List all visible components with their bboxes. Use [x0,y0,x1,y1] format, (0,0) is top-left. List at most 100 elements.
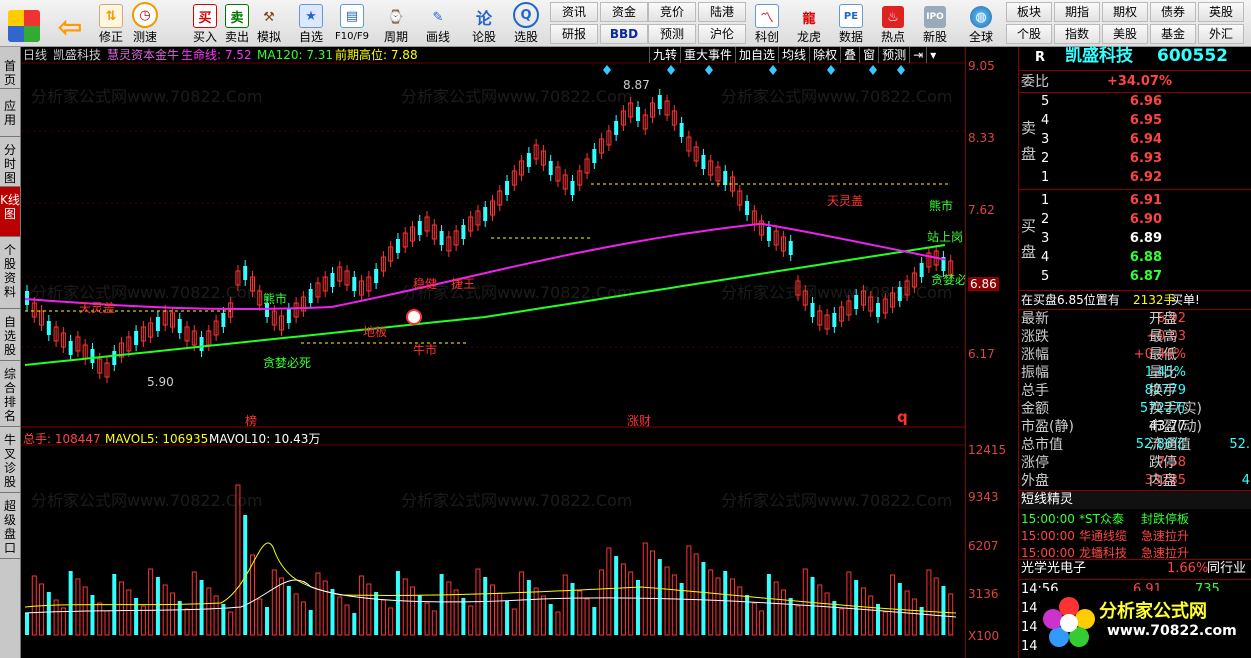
sell-order-row[interactable]: 4 6.95 [1019,112,1251,130]
toolbar-mid-button-3[interactable]: ♨ 热点 [874,2,912,44]
toolbar-grid-button[interactable]: 资讯 [550,2,598,22]
industry-row[interactable]: 光学光电子 1.66% 同行业 [1019,560,1251,578]
buy-order-row[interactable]: 1 6.91 [1019,192,1251,210]
volume-total: 总手: 108447 [23,432,101,446]
toolbar-grid-button[interactable]: 资金 [600,2,648,22]
toolbar-mid-button-5[interactable]: ◍ 全球 [960,2,1002,44]
chart-tool-button[interactable]: 窗 [859,47,878,63]
industry-peers-button[interactable]: 同行业 [1207,560,1246,578]
toolbar-button-9[interactable]: 论 论股 [466,2,502,44]
buy-order-row[interactable]: 5 6.87 [1019,268,1251,286]
toolbar-button-4[interactable]: ⚒ 模拟 [254,2,284,45]
toolbar-button-1[interactable]: ◷ 测速 [128,2,162,44]
sell-icon: 卖 [225,4,249,28]
pin-icon[interactable]: ⇥ [909,47,926,63]
volume-mavol10: MAVOL10: 10.43万 [209,432,321,446]
menu-grid-button[interactable] [6,2,42,44]
toolbar-grid-button[interactable]: 沪伦 [698,24,746,44]
short-term-alert-row[interactable]: 15:00:00 华通线缆 急速拉升 [1019,527,1251,545]
market-button[interactable]: 外汇 [1198,24,1244,44]
chart-tool-button[interactable]: 叠 [840,47,859,63]
notice-tag: 买单! [1171,293,1200,307]
stat-label: 总手 [1021,383,1049,399]
kline-chart-area[interactable]: 分析家公式网www.70822.Com 分析家公式网www.70822.Com … [21,47,967,658]
tab-ranking[interactable]: 综合排名 [0,361,20,427]
chart-period: 日线 [23,48,48,62]
chart-tool-button[interactable]: 九转 [649,47,680,63]
market-button[interactable]: 债券 [1150,2,1196,22]
stat-label: 涨幅 [1021,347,1049,363]
toolbar-grid-1: 资讯 资金 研报 BBD [550,2,648,44]
chart-tool-button[interactable]: 预测 [878,47,909,63]
tab-diagnosis[interactable]: 牛叉诊股 [0,427,20,493]
toolbar-button-10[interactable]: Q 选股 [508,2,544,44]
chart-tool-button[interactable]: 均线 [778,47,809,63]
toolbar-mid-button-2[interactable]: PE 数据 [832,2,870,44]
market-button[interactable]: 期权 [1102,2,1148,22]
flower-logo-icon [1043,597,1095,647]
toolbar-button-3[interactable]: 卖 卖出 [222,2,252,44]
market-button[interactable]: 基金 [1150,24,1196,44]
toolbar-grid-button[interactable]: 陆港 [698,2,746,22]
tab-level2[interactable]: 超级盘口 [0,493,20,559]
tab-kline[interactable]: K线图 [0,187,20,237]
chart-tool-button[interactable]: 除权 [809,47,840,63]
market-button[interactable]: 英股 [1198,2,1244,22]
toolbar-button-7[interactable]: ⌚ 周期 [378,2,414,45]
chart-stock-name: 凯盛科技 [53,48,102,62]
left-tab-bar: 首页 应用 分时图 K线图 个股资料 自选股 综合排名 牛叉诊股 超级盘口 [0,47,21,658]
tab-apps[interactable]: 应用 [0,89,20,137]
stat-value: 4 [1241,473,1250,488]
toolbar-grid-button[interactable]: 研报 [550,24,598,44]
market-button[interactable]: 板块 [1006,2,1052,22]
stock-name: 凯盛科技 [1065,46,1133,66]
toolbar-button-5[interactable]: ★ 自选 [294,2,328,44]
panel-header: R 凯盛科技 600552 [1019,47,1251,69]
alert-stock: 华通线缆 [1079,529,1128,543]
toolbar-mid-button-1[interactable]: 龍 龙虎 [790,2,828,45]
big-order-notice: 在买盘6.85位置有 2132手 买单! [1019,291,1251,309]
market-button[interactable]: 期指 [1054,2,1100,22]
buy-order-row[interactable]: 2 6.90 [1019,211,1251,229]
toolbar-grid-button[interactable]: BBD [600,24,648,44]
tab-stock-info[interactable]: 个股资料 [0,237,20,309]
toolbar-label: 选股 [513,30,538,44]
toolbar-grid-button[interactable]: 竞价 [648,2,696,22]
buy-order-row[interactable]: 3 6.89 [1019,230,1251,248]
toolbar-label: 论股 [471,30,496,44]
chart-tool-button[interactable]: 重大事件 [680,47,735,63]
chart-tool-button[interactable]: 加自选 [735,47,778,63]
industry-pct: 1.66% [1167,561,1209,576]
panel-r-badge: R [1035,50,1046,65]
toolbar-mid-button-4[interactable]: IPO 新股 [916,2,954,44]
tab-watchlist[interactable]: 自选股 [0,309,20,361]
stat-label: 跌停 [1149,455,1177,471]
toolbar-grid-button[interactable]: 预测 [648,24,696,44]
market-button[interactable]: 指数 [1054,24,1100,44]
toolbar-mid-button-0[interactable]: 〽 科创 [748,2,786,44]
toolbar-button-8[interactable]: ✎ 画线 [420,2,456,45]
market-button[interactable]: 个股 [1006,24,1052,44]
tab-timeshare[interactable]: 分时图 [0,137,20,187]
sell-order-row[interactable]: 5 6.96 [1019,93,1251,111]
back-button[interactable]: ⇦ [52,2,88,45]
toolbar-button-0[interactable]: ⇅ 修正 [94,2,128,44]
chart-toolbar: 九转 重大事件 加自选 均线 除权 叠 窗 预测 ⇥ ▾ [649,47,939,63]
clock-icon: ◷ [132,2,158,28]
chevron-down-icon[interactable]: ▾ [926,47,939,63]
order-price: 6.93 [1129,151,1162,166]
buy-order-row[interactable]: 4 6.88 [1019,249,1251,267]
toolbar-market-grid: 板块 期指 期权 债券 英股 个股 指数 美股 基金 外汇 [1006,2,1244,44]
sell-order-row[interactable]: 2 6.93 [1019,150,1251,168]
annotation-label: 稳健 [413,277,438,291]
price-tick: 7.62 [968,203,995,217]
market-button[interactable]: 美股 [1102,24,1148,44]
toolbar-button-2[interactable]: 买 买入 [190,2,220,44]
short-term-alert-row[interactable]: 15:00:00 *ST众泰 封跌停板 [1019,510,1251,528]
order-price: 6.87 [1129,269,1162,284]
toolbar-button-6[interactable]: ▤ F10/F9 [330,2,374,44]
sell-order-row[interactable]: 1 6.92 [1019,169,1251,187]
tab-home[interactable]: 首页 [0,47,20,89]
toolbar-label: 画线 [425,30,450,44]
sell-order-row[interactable]: 3 6.94 [1019,131,1251,149]
